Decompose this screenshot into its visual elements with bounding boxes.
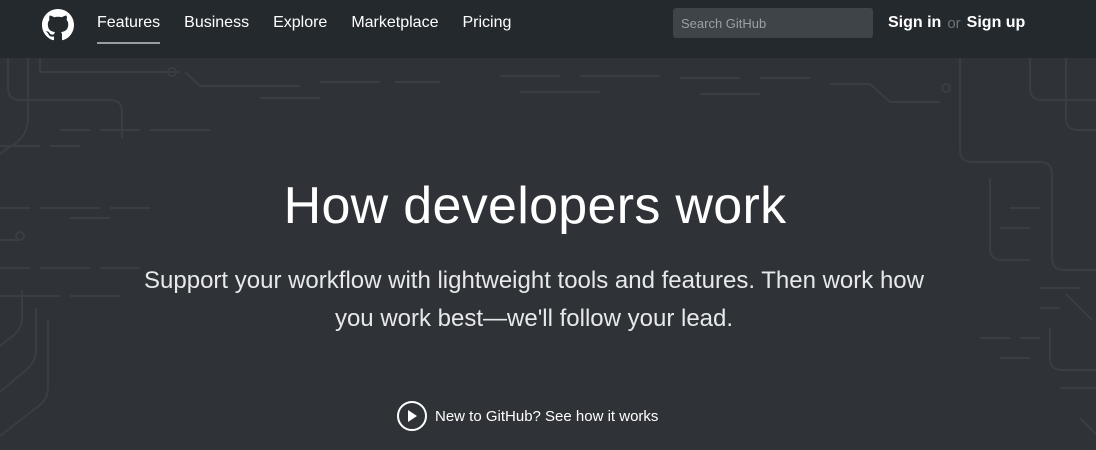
search-input[interactable] bbox=[673, 8, 873, 38]
nav-item-features[interactable]: Features bbox=[97, 0, 161, 46]
play-circle-icon bbox=[397, 401, 427, 431]
github-mark-icon[interactable] bbox=[42, 9, 74, 41]
nav-item-explore[interactable]: Explore bbox=[273, 0, 327, 46]
sign-in-link[interactable]: Sign in bbox=[888, 14, 941, 32]
hero-title: How developers work bbox=[283, 177, 787, 235]
sign-up-link[interactable]: Sign up bbox=[967, 14, 1026, 32]
primary-nav: Features Business Explore Marketplace Pr… bbox=[97, 0, 535, 46]
auth-separator: or bbox=[947, 14, 961, 32]
auth-links: Sign in or Sign up bbox=[888, 0, 1025, 46]
circuit-background-pattern bbox=[0, 58, 1096, 437]
nav-item-pricing[interactable]: Pricing bbox=[462, 0, 511, 46]
hero-subtitle: Support your workflow with lightweight t… bbox=[144, 267, 924, 332]
nav-item-business[interactable]: Business bbox=[184, 0, 249, 46]
site-header: Features Business Explore Marketplace Pr… bbox=[0, 0, 1096, 58]
play-icon bbox=[408, 410, 417, 422]
cta-label: New to GitHub? See how it works bbox=[435, 407, 659, 425]
nav-item-marketplace[interactable]: Marketplace bbox=[351, 0, 438, 46]
see-how-it-works-button[interactable]: New to GitHub? See how it works bbox=[397, 400, 658, 432]
